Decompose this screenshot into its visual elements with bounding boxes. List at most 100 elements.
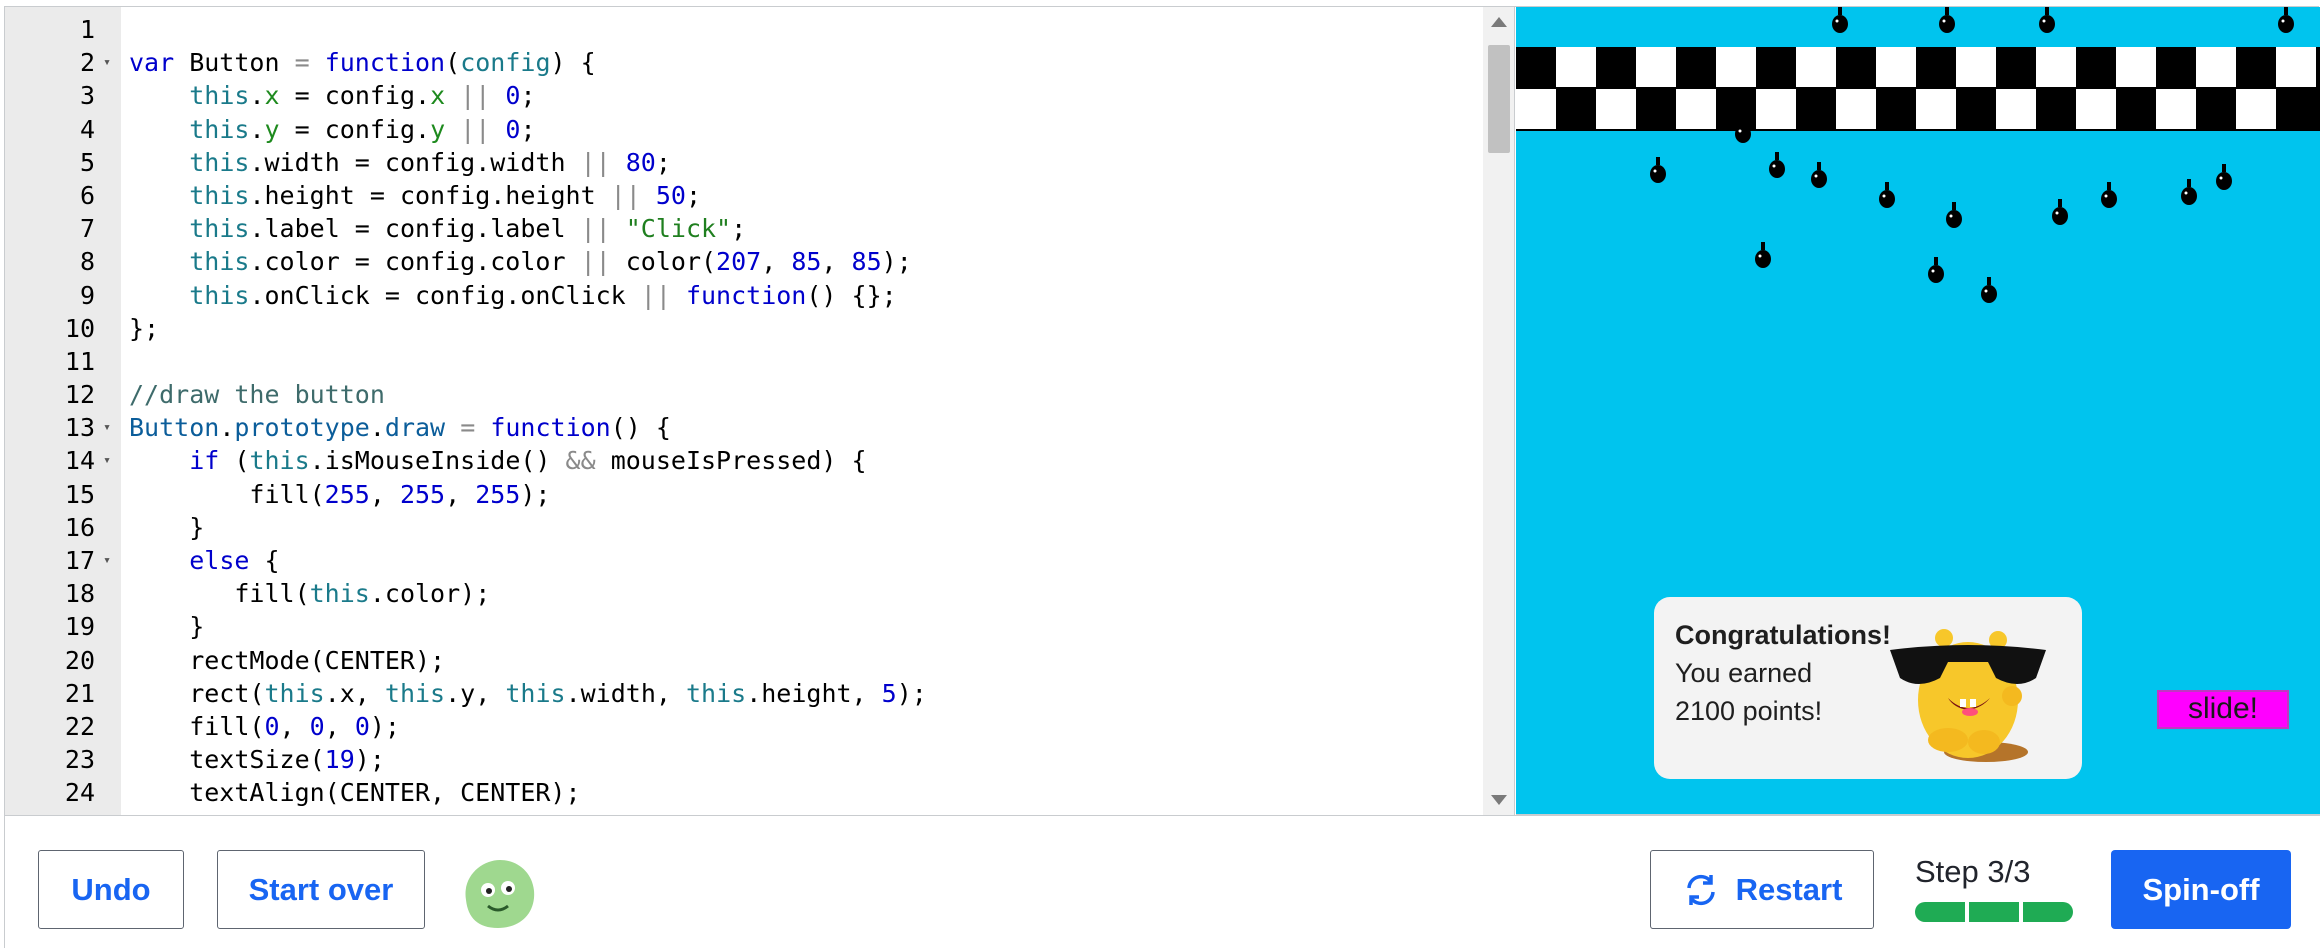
code-token: .label = config.label bbox=[249, 214, 581, 244]
code-line[interactable]: 8 this.color = config.color || color(207… bbox=[5, 245, 1485, 278]
code-line[interactable]: 22 fill(0, 0, 0); bbox=[5, 710, 1485, 743]
fold-toggle-icon[interactable]: ▾ bbox=[100, 46, 114, 79]
code-token: function bbox=[324, 48, 446, 78]
code-token: var bbox=[129, 48, 175, 78]
code-token: ); bbox=[896, 678, 927, 708]
code-token: .onClick = config.onClick bbox=[249, 280, 641, 310]
code-token: , bbox=[821, 247, 852, 277]
code-token: textSize( bbox=[129, 745, 325, 775]
code-token: . bbox=[249, 81, 265, 111]
checker-square bbox=[1956, 47, 1996, 87]
fold-toggle-icon[interactable]: ▾ bbox=[100, 544, 114, 577]
code-line[interactable]: 10}; bbox=[5, 312, 1485, 345]
line-number: 1 bbox=[79, 15, 95, 44]
code-token: this bbox=[189, 280, 250, 310]
line-code: else { bbox=[129, 544, 279, 577]
checker-square bbox=[1716, 47, 1756, 87]
code-token: .color = config.color bbox=[249, 247, 581, 277]
bomb-icon bbox=[1832, 7, 1848, 33]
restart-button[interactable]: Restart bbox=[1650, 850, 1874, 929]
code-line[interactable]: 15 fill(255, 255, 255); bbox=[5, 478, 1485, 511]
code-token: this bbox=[249, 446, 310, 476]
code-lines[interactable]: 1 2 ▾ var Button = function(config) {3 this… bbox=[5, 13, 1485, 815]
code-token: .x, bbox=[324, 678, 385, 708]
fold-toggle-icon[interactable]: ▾ bbox=[100, 411, 114, 444]
code-token: 80 bbox=[625, 147, 656, 177]
editor-scrollbar[interactable] bbox=[1483, 7, 1514, 815]
code-token: 255 bbox=[324, 479, 370, 509]
code-token: this bbox=[189, 247, 250, 277]
line-code: textSize(19); bbox=[129, 743, 385, 776]
code-line[interactable]: 12 //draw the button bbox=[5, 378, 1485, 411]
points-line-2: 2100 points! bbox=[1675, 696, 1823, 726]
code-token: && bbox=[565, 446, 596, 476]
code-line[interactable]: 5 this.width = config.width || 80; bbox=[5, 146, 1485, 179]
line-code: } bbox=[129, 610, 204, 643]
code-line[interactable]: 18 fill(this.color); bbox=[5, 577, 1485, 610]
code-token: "Click" bbox=[625, 214, 732, 244]
code-line[interactable]: 21 rect(this.x, this.y, this.width, this… bbox=[5, 677, 1485, 710]
code-token: 207 bbox=[716, 247, 762, 277]
scrollbar-thumb[interactable] bbox=[1488, 45, 1510, 153]
line-code: this.height = config.height || 50; bbox=[129, 179, 701, 212]
undo-button[interactable]: Undo bbox=[38, 850, 184, 929]
code-token: || bbox=[580, 214, 611, 244]
scroll-up-icon[interactable] bbox=[1491, 17, 1507, 27]
line-number: 20 bbox=[64, 645, 95, 675]
code-token: else bbox=[189, 546, 250, 575]
spin-off-button[interactable]: Spin-off bbox=[2111, 850, 2291, 929]
checker-square bbox=[2036, 47, 2076, 87]
checker-square bbox=[2076, 89, 2116, 129]
code-line[interactable]: 9 this.onClick = config.onClick || funct… bbox=[5, 279, 1485, 312]
points-line-1: You earned bbox=[1675, 658, 1813, 688]
line-code: textAlign(CENTER, CENTER); bbox=[129, 776, 580, 809]
code-token: ); bbox=[369, 711, 400, 741]
code-line[interactable]: 19 } bbox=[5, 610, 1485, 643]
code-token: } bbox=[129, 512, 205, 542]
fold-toggle-icon[interactable]: ▾ bbox=[100, 444, 114, 477]
line-number: 11 bbox=[64, 346, 95, 376]
code-token: = bbox=[294, 48, 310, 78]
code-line[interactable]: 17 ▾ else { bbox=[5, 544, 1485, 577]
slide-button[interactable]: slide! bbox=[2157, 690, 2289, 729]
line-code: this.y = config.y || 0; bbox=[129, 113, 535, 146]
code-line[interactable]: 7 this.label = config.label || "Click"; bbox=[5, 212, 1485, 245]
line-code: fill(this.color); bbox=[129, 577, 490, 610]
checker-square bbox=[1756, 89, 1796, 129]
code-line[interactable]: 4 this.y = config.y || 0; bbox=[5, 113, 1485, 146]
code-line[interactable]: 3 this.x = config.x || 0; bbox=[5, 79, 1485, 112]
code-line[interactable]: 2 ▾ var Button = function(config) { bbox=[5, 46, 1485, 79]
line-code: //draw the button bbox=[129, 378, 385, 411]
program-canvas[interactable]: Congratulations! You earned 2100 points!… bbox=[1516, 7, 2320, 815]
start-over-button[interactable]: Start over bbox=[217, 850, 425, 929]
code-line[interactable]: 16 } bbox=[5, 511, 1485, 544]
code-line[interactable]: 1 bbox=[5, 13, 1485, 46]
bomb-icon bbox=[1769, 152, 1785, 178]
restart-icon bbox=[1686, 874, 1715, 905]
code-line[interactable]: 23 textSize(19); bbox=[5, 743, 1485, 776]
code-line[interactable]: 24 textAlign(CENTER, CENTER); bbox=[5, 776, 1485, 809]
code-token: mouseIsPressed) { bbox=[595, 446, 867, 476]
line-number: 16 bbox=[64, 512, 95, 542]
code-token: () {}; bbox=[806, 280, 897, 310]
code-token: x bbox=[430, 81, 446, 111]
code-token: 50 bbox=[655, 180, 686, 210]
code-line[interactable]: 14 ▾ if (this.isMouseInside() && mouseIsP… bbox=[5, 444, 1485, 477]
line-number: 22 bbox=[64, 711, 95, 741]
code-editor[interactable]: 1 2 ▾ var Button = function(config) {3 this… bbox=[5, 7, 1515, 815]
scroll-down-icon[interactable] bbox=[1491, 795, 1507, 805]
line-number: 2 bbox=[79, 48, 95, 78]
code-line[interactable]: 11 bbox=[5, 345, 1485, 378]
code-token: || bbox=[580, 147, 611, 177]
code-line[interactable]: 20 rectMode(CENTER); bbox=[5, 644, 1485, 677]
code-line[interactable]: 6 this.height = config.height || 50; bbox=[5, 179, 1485, 212]
bomb-icon bbox=[1650, 157, 1666, 183]
code-token: ; bbox=[685, 180, 702, 210]
code-line[interactable]: 13 ▾ Button.prototype.draw = function() { bbox=[5, 411, 1485, 444]
code-token: Button bbox=[129, 413, 220, 443]
line-number: 23 bbox=[64, 745, 95, 775]
bomb-icon bbox=[1811, 162, 1827, 188]
